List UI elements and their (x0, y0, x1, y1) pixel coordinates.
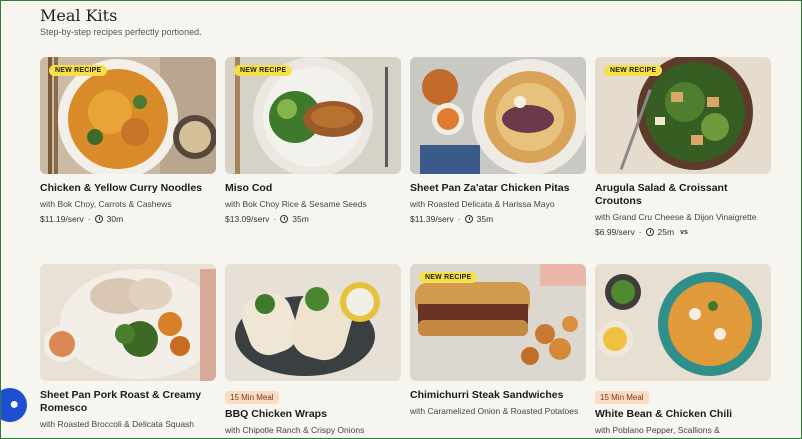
clock-icon (280, 215, 289, 223)
section-subtitle: Step-by-step recipes perfectly portioned… (40, 27, 202, 37)
pork-roast-photo (40, 264, 216, 381)
meal-time: 30m (106, 214, 124, 224)
meal-subtitle: with Poblano Pepper, Scallions & (595, 425, 720, 435)
new-recipe-badge: NEW RECIPE (419, 272, 478, 283)
15-min-meal-badge: 15 Min Meal (225, 391, 279, 404)
meal-meta: $13.09/serv · 35m (225, 214, 401, 224)
meal-name[interactable]: White Bean & Chicken Chili (595, 408, 771, 421)
zaatar-pitas-photo (410, 57, 586, 174)
meal-subtitle: with Roasted Broccoli & Delicata Squash (40, 419, 195, 429)
separator-dot: · (273, 214, 277, 224)
chat-button[interactable]: ● (1, 388, 27, 422)
meal-meta: $11.39/serv · 35m (410, 214, 586, 224)
meal-card-white-bean-chili[interactable]: 15 Min Meal White Bean & Chicken Chili w… (595, 264, 771, 436)
meal-image-arugula-salad[interactable]: NEW RECIPE (595, 57, 771, 174)
separator-dot: · (638, 227, 642, 237)
meal-subtitle: with Roasted Delicata & Harissa Mayo (410, 199, 555, 209)
meal-subtitle: with Bok Choy, Carrots & Cashews (40, 199, 172, 209)
meal-name[interactable]: BBQ Chicken Wraps (225, 408, 401, 421)
meal-card-arugula-salad[interactable]: NEW RECIPE Arugula Salad & Croissant Cro… (595, 57, 771, 237)
15-min-meal-badge: 15 Min Meal (595, 391, 649, 404)
meal-subtitle: with Bok Choy Rice & Sesame Seeds (225, 199, 367, 209)
meal-image-zaatar-pitas[interactable] (410, 57, 586, 174)
bbq-wraps-photo (225, 264, 401, 381)
meal-name[interactable]: Chimichurri Steak Sandwiches (410, 389, 586, 402)
meal-card-curry-noodles[interactable]: NEW RECIPE Chicken & Yellow Curry Noodle… (40, 57, 216, 224)
chat-icon: ● (9, 396, 19, 413)
clock-icon (645, 228, 654, 236)
clock-icon (94, 215, 103, 223)
meal-name[interactable]: Sheet Pan Za'atar Chicken Pitas (410, 182, 586, 195)
new-recipe-badge: NEW RECIPE (604, 65, 663, 76)
meal-subtitle: with Chipotle Ranch & Crispy Onions (225, 425, 365, 435)
meal-subtitle: with Grand Cru Cheese & Dijon Vinaigrett… (595, 212, 757, 222)
new-recipe-badge: NEW RECIPE (49, 65, 108, 76)
meal-card-zaatar-pitas[interactable]: Sheet Pan Za'atar Chicken Pitas with Roa… (410, 57, 586, 224)
meal-time: 35m (476, 214, 494, 224)
meal-card-pork-roast[interactable]: Sheet Pan Pork Roast & Creamy Romesco wi… (40, 264, 216, 430)
meal-image-pork-roast[interactable] (40, 264, 216, 381)
meal-image-miso-cod[interactable]: NEW RECIPE (225, 57, 401, 174)
meal-card-bbq-wraps[interactable]: 15 Min Meal BBQ Chicken Wraps with Chipo… (225, 264, 401, 436)
meal-image-curry-noodles[interactable]: NEW RECIPE (40, 57, 216, 174)
meal-price: $6.99/serv (595, 227, 635, 237)
page-frame: Meal Kits Step-by-step recipes perfectly… (0, 0, 802, 439)
section-title: Meal Kits (40, 6, 118, 25)
new-recipe-badge: NEW RECIPE (234, 65, 293, 76)
meal-name[interactable]: Sheet Pan Pork Roast & Creamy Romesco (40, 389, 216, 415)
meal-image-white-bean-chili[interactable] (595, 264, 771, 381)
white-bean-chili-photo (595, 264, 771, 381)
meal-meta: $11.19/serv · 30m (40, 214, 216, 224)
meal-meta: $6.99/serv · 25m vs (595, 227, 771, 237)
separator-dot: · (457, 214, 461, 224)
meal-subtitle: with Caramelized Onion & Roasted Potatoe… (410, 406, 579, 416)
meal-name[interactable]: Chicken & Yellow Curry Noodles (40, 182, 216, 195)
meal-price: $13.09/serv (225, 214, 270, 224)
meal-name[interactable]: Miso Cod (225, 182, 401, 195)
meal-price: $11.39/serv (410, 214, 454, 224)
meal-name[interactable]: Arugula Salad & Croissant Croutons (595, 182, 771, 208)
meal-image-steak-sandwiches[interactable]: NEW RECIPE (410, 264, 586, 381)
separator-dot: · (87, 214, 91, 224)
meal-card-steak-sandwiches[interactable]: NEW RECIPE Chimichurri Steak Sandwiches … (410, 264, 586, 417)
meal-image-bbq-wraps[interactable] (225, 264, 401, 381)
meal-card-miso-cod[interactable]: NEW RECIPE Miso Cod with Bok Choy Rice &… (225, 57, 401, 224)
clock-icon (464, 215, 473, 223)
vs-tag: vs (680, 228, 688, 236)
meal-time: 35m (292, 214, 309, 224)
meal-price: $11.19/serv (40, 214, 84, 224)
meal-time: 25m (657, 227, 675, 237)
